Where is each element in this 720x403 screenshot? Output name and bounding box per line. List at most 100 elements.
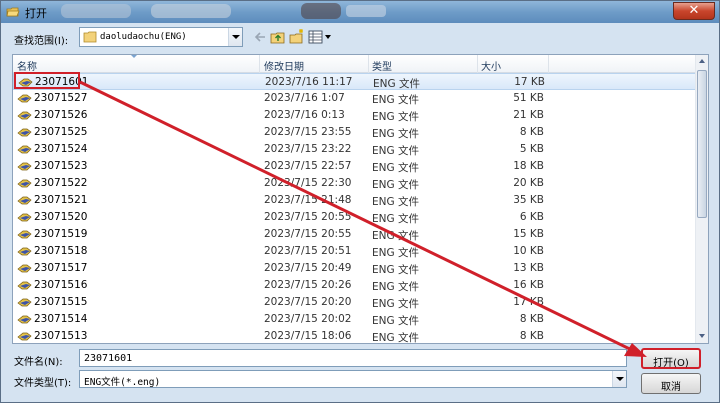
file-size: 17 KB (513, 296, 544, 308)
file-date: 2023/7/15 20:02 (264, 313, 352, 325)
file-row[interactable]: 23071521 2023/7/15 21:48 ENG 文件 35 KB (13, 192, 696, 209)
chevron-down-icon[interactable] (228, 28, 242, 46)
filetype-value: ENG文件(*.eng) (84, 377, 161, 388)
look-in-dropdown[interactable]: daoludaochu(ENG) (79, 27, 243, 47)
eng-file-icon (17, 179, 32, 188)
column-name[interactable]: 名称 (17, 58, 37, 73)
file-date: 2023/7/16 0:13 (264, 109, 345, 121)
file-date: 2023/7/15 20:26 (264, 279, 352, 291)
file-name: 23071525 (34, 126, 88, 138)
folder-icon (83, 31, 97, 43)
look-in-value: daoludaochu(ENG) (100, 32, 187, 42)
open-button[interactable]: 打开(O) (641, 348, 701, 369)
file-date: 2023/7/15 20:49 (264, 262, 352, 274)
file-type: ENG 文件 (372, 264, 419, 276)
file-row[interactable]: 23071526 2023/7/16 0:13 ENG 文件 21 KB (13, 107, 696, 124)
file-size: 10 KB (513, 245, 544, 257)
file-row[interactable]: 23071524 2023/7/15 23:22 ENG 文件 5 KB (13, 141, 696, 158)
eng-file-icon (17, 298, 32, 307)
file-size: 35 KB (513, 194, 544, 206)
file-size: 20 KB (513, 177, 544, 189)
file-date: 2023/7/15 20:55 (264, 228, 352, 240)
file-row[interactable]: 23071523 2023/7/15 22:57 ENG 文件 18 KB (13, 158, 696, 175)
file-size: 8 KB (519, 313, 544, 325)
file-row[interactable]: 23071517 2023/7/15 20:49 ENG 文件 13 KB (13, 260, 696, 277)
file-name: 23071514 (34, 313, 88, 325)
vertical-scrollbar[interactable] (695, 55, 708, 343)
blurred-background (61, 4, 131, 18)
eng-file-icon (17, 128, 32, 137)
file-row[interactable]: 23071516 2023/7/15 20:26 ENG 文件 16 KB (13, 277, 696, 294)
filetype-label: 文件类型(T): (14, 378, 72, 389)
file-name: 23071517 (34, 262, 88, 274)
file-date: 2023/7/15 21:48 (264, 194, 352, 206)
file-name: 23071527 (34, 92, 88, 104)
file-row[interactable]: 23071527 2023/7/16 1:07 ENG 文件 51 KB (13, 90, 696, 107)
file-size: 8 KB (519, 330, 544, 342)
file-date: 2023/7/15 23:22 (264, 143, 352, 155)
eng-file-icon (17, 196, 32, 205)
back-icon[interactable] (253, 28, 269, 46)
file-type: ENG 文件 (372, 111, 419, 123)
file-size: 13 KB (513, 262, 544, 274)
file-type: ENG 文件 (372, 94, 419, 106)
file-name: 23071521 (34, 194, 88, 206)
filetype-dropdown[interactable]: ENG文件(*.eng) (79, 370, 627, 388)
view-menu-icon[interactable] (307, 28, 333, 46)
file-type: ENG 文件 (372, 196, 419, 208)
file-size: 15 KB (513, 228, 544, 240)
file-date: 2023/7/16 11:17 (265, 76, 353, 88)
file-row[interactable]: 23071519 2023/7/15 20:55 ENG 文件 15 KB (13, 226, 696, 243)
column-header: 名称 修改日期 类型 大小 (13, 55, 696, 73)
scroll-thumb[interactable] (697, 70, 707, 218)
filename-label: 文件名(N): (14, 357, 63, 368)
scroll-up-icon[interactable] (696, 55, 708, 68)
file-type: ENG 文件 (372, 213, 419, 225)
file-list[interactable]: 名称 修改日期 类型 大小 23071601 2023/7/16 11:17 ENG… (12, 54, 709, 344)
column-type[interactable]: 类型 (372, 58, 392, 73)
file-type: ENG 文件 (372, 315, 419, 327)
file-row[interactable]: 23071601 2023/7/16 11:17 ENG 文件 17 KB (13, 73, 696, 90)
cancel-button[interactable]: 取消 (641, 373, 701, 394)
file-type: ENG 文件 (372, 332, 419, 344)
eng-file-icon (17, 162, 32, 171)
file-row[interactable]: 23071520 2023/7/15 20:55 ENG 文件 6 KB (13, 209, 696, 226)
file-date: 2023/7/15 20:51 (264, 245, 352, 257)
column-date[interactable]: 修改日期 (264, 58, 304, 73)
file-date: 2023/7/15 22:57 (264, 160, 352, 172)
new-folder-icon[interactable] (288, 28, 306, 46)
blurred-background (301, 3, 341, 19)
file-name: 23071513 (34, 330, 88, 342)
file-date: 2023/7/15 20:20 (264, 296, 352, 308)
file-row[interactable]: 23071514 2023/7/15 20:02 ENG 文件 8 KB (13, 311, 696, 328)
eng-file-icon (17, 281, 32, 290)
window-title: 打开 (25, 7, 47, 20)
eng-file-icon (17, 247, 32, 256)
file-name: 23071523 (34, 160, 88, 172)
filename-input[interactable]: 23071601 (79, 349, 627, 367)
file-date: 2023/7/15 20:55 (264, 211, 352, 223)
eng-file-icon (17, 213, 32, 222)
file-row[interactable]: 23071515 2023/7/15 20:20 ENG 文件 17 KB (13, 294, 696, 311)
eng-file-icon (17, 94, 32, 103)
file-type: ENG 文件 (372, 298, 419, 310)
close-icon: ✕ (688, 3, 700, 18)
file-row[interactable]: 23071525 2023/7/15 23:55 ENG 文件 8 KB (13, 124, 696, 141)
up-folder-icon[interactable] (269, 28, 287, 46)
eng-file-icon (17, 111, 32, 120)
title-bar[interactable]: 打开 ✕ (1, 1, 719, 23)
file-name: 23071518 (34, 245, 88, 257)
file-name: 23071515 (34, 296, 88, 308)
file-row[interactable]: 23071513 2023/7/15 18:06 ENG 文件 8 KB (13, 328, 696, 344)
close-button[interactable]: ✕ (673, 2, 715, 20)
scroll-down-icon[interactable] (696, 330, 708, 343)
file-type: ENG 文件 (372, 179, 419, 191)
file-row[interactable]: 23071518 2023/7/15 20:51 ENG 文件 10 KB (13, 243, 696, 260)
chevron-down-icon[interactable] (612, 371, 626, 387)
column-size[interactable]: 大小 (481, 58, 501, 73)
file-row[interactable]: 23071522 2023/7/15 22:30 ENG 文件 20 KB (13, 175, 696, 192)
file-name: 23071526 (34, 109, 88, 121)
eng-file-icon (17, 145, 32, 154)
file-size: 6 KB (519, 211, 544, 223)
sort-indicator-icon (131, 55, 137, 58)
